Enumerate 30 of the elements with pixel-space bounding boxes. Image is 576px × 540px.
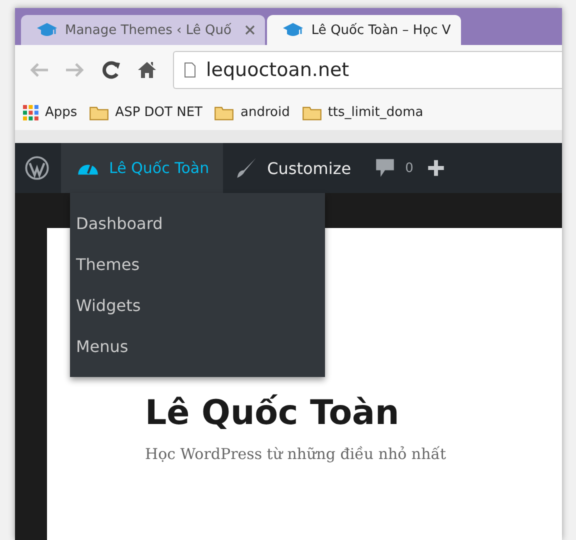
browser-tab[interactable]: Manage Themes ‹ Lê Quố [21,15,266,45]
folder-icon [89,104,110,120]
menu-item[interactable]: Dashboard [70,203,325,244]
menu-item[interactable]: Menus [70,326,325,367]
site-menu[interactable]: Lê Quốc Toàn [61,143,224,193]
folder-icon [214,104,234,120]
comments-link[interactable]: 0 [363,158,426,178]
paintbrush-icon [235,157,258,179]
bookmark[interactable]: Apps [23,104,78,120]
folder-icon [302,104,322,120]
graduation-cap-icon [283,23,304,37]
site-tagline: Học WordPress từ những điều nhỏ nhất [145,445,447,463]
close-icon[interactable] [245,25,256,35]
bookmark[interactable]: tts_limit_doma [302,104,424,120]
menu-item[interactable]: Widgets [70,285,325,326]
bookmark[interactable]: android [214,104,290,120]
page-icon [184,62,196,78]
browser-tab[interactable]: Lê Quốc Toàn – Học V [267,15,461,45]
menu-item[interactable]: Themes [70,244,325,285]
plus-icon[interactable] [427,159,446,177]
bookmark[interactable]: ASP DOT NET [89,104,202,120]
address-bar[interactable]: lequoctoan.net [173,51,562,89]
graduation-cap-icon [37,23,57,37]
apps-icon [23,104,39,120]
wordpress-logo-icon[interactable] [25,156,49,180]
comment-bubble-icon [375,158,396,178]
customize-link[interactable]: Customize [223,157,364,179]
home-icon[interactable] [137,60,157,80]
site-title[interactable]: Lê Quốc Toàn [145,393,562,433]
reload-icon[interactable] [101,60,121,80]
